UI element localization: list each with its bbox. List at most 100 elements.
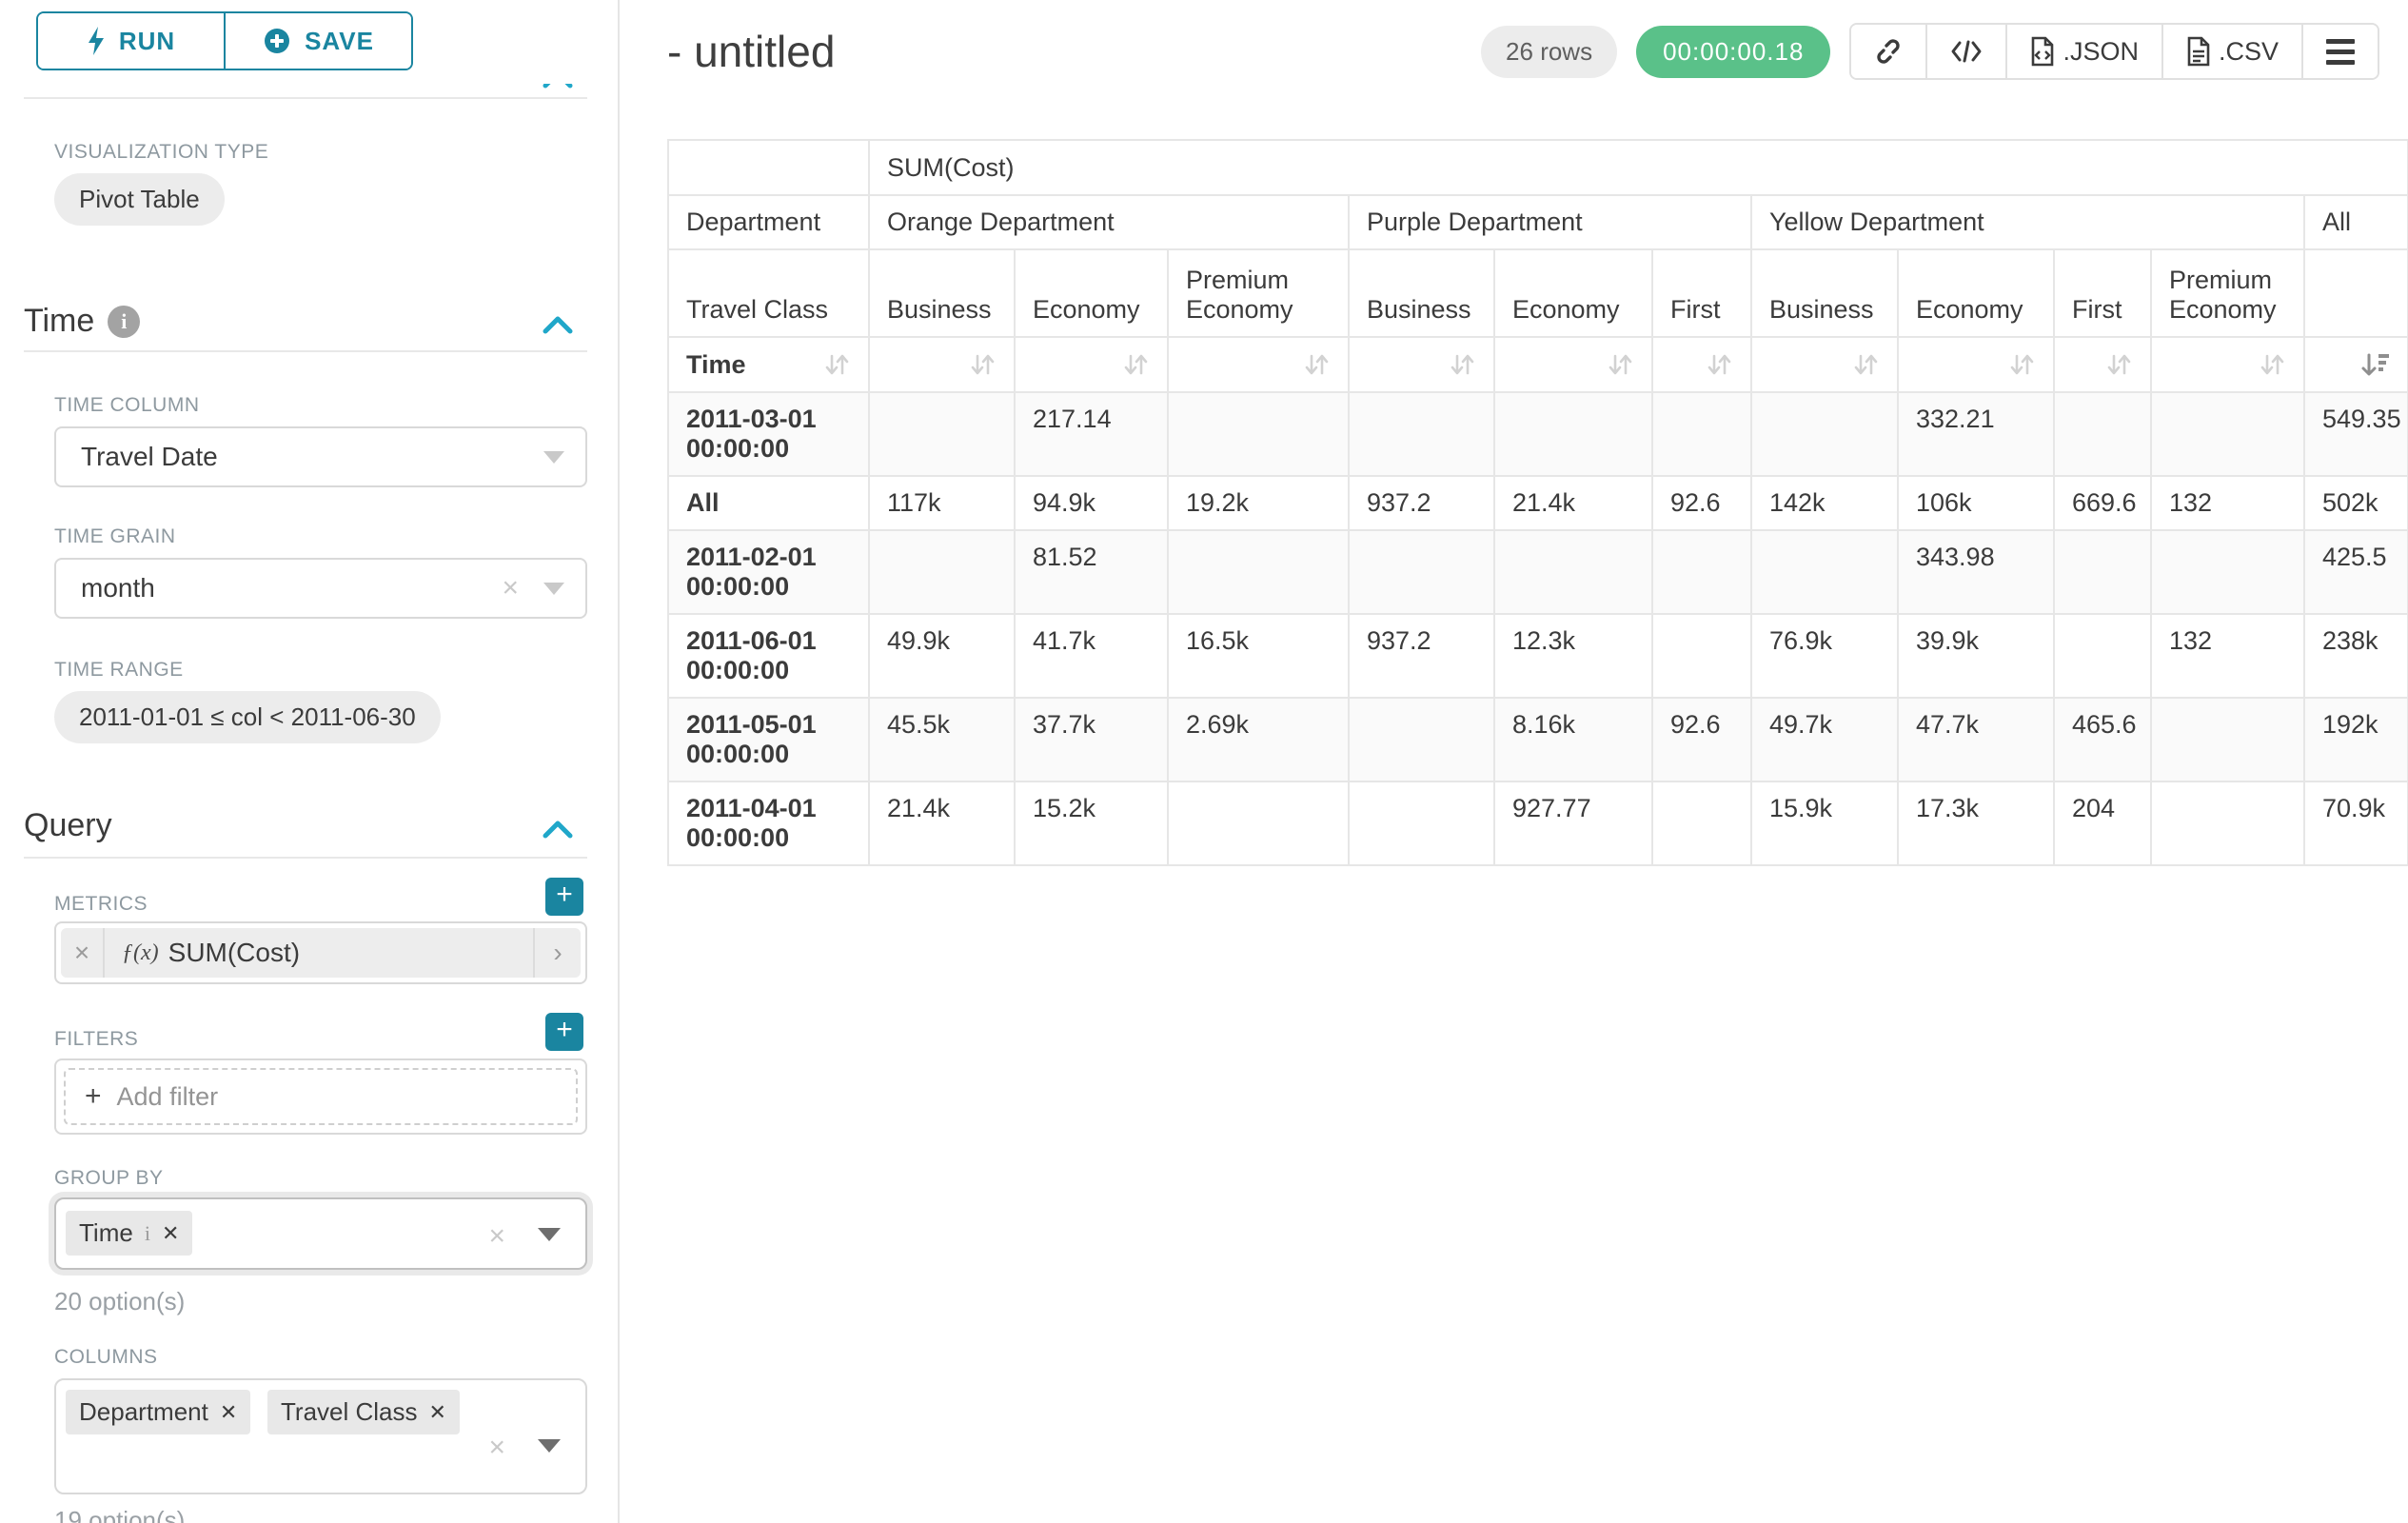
plus-circle-icon — [263, 27, 291, 55]
table-row: 2011-06-01 00:00:00 49.9k 41.7k 16.5k 93… — [668, 614, 2408, 698]
table-row: 2011-03-01 00:00:00 217.14 332.21 549.35 — [668, 392, 2408, 476]
add-filter-plus-button[interactable]: + — [545, 1013, 583, 1051]
table-row: 2011-02-01 00:00:00 81.52 343.98 425.5 — [668, 530, 2408, 614]
cell: 21.4k — [869, 781, 1015, 865]
sort-icon[interactable] — [1121, 350, 1150, 379]
sort-icon[interactable] — [2007, 350, 2036, 379]
time-section-collapse-icon[interactable] — [542, 314, 574, 335]
cell — [2151, 781, 2304, 865]
cell — [869, 530, 1015, 614]
cell: 12.3k — [1494, 614, 1652, 698]
group-by-select[interactable]: Time i ✕ × — [54, 1197, 587, 1270]
chevron-down-icon[interactable] — [538, 1228, 561, 1241]
table-row: 2011-05-01 00:00:00 45.5k 37.7k 2.69k 8.… — [668, 698, 2408, 781]
metrics-label: METRICS — [54, 893, 148, 916]
add-filter-button[interactable]: + Add filter — [64, 1068, 578, 1125]
link-icon — [1874, 37, 1903, 66]
function-icon: ƒ(x) — [122, 940, 159, 966]
chart-area: - untitled 26 rows 00:00:00.18 — [620, 0, 2408, 1523]
row-label: 2011-02-01 00:00:00 — [668, 530, 869, 614]
more-options-button[interactable] — [2301, 25, 2378, 78]
pivot-table-container: SUM(Cost) Department Orange Department P… — [667, 139, 2408, 866]
remove-tag-icon[interactable]: ✕ — [220, 1400, 237, 1425]
cell: 106k — [1898, 476, 2054, 530]
cell: 343.98 — [1898, 530, 2054, 614]
add-metric-button[interactable]: + — [545, 878, 583, 916]
cell — [2054, 614, 2151, 698]
columns-tag-department[interactable]: Department ✕ — [66, 1390, 250, 1434]
sort-descending-icon[interactable] — [2359, 350, 2390, 379]
clear-icon[interactable]: × — [488, 1222, 505, 1251]
export-csv-label: .CSV — [2219, 37, 2279, 67]
cell: 204 — [2054, 781, 2151, 865]
visualization-type-pill[interactable]: Pivot Table — [54, 173, 225, 226]
sort-cell — [1898, 337, 2054, 392]
section-divider — [24, 857, 587, 859]
chart-title[interactable]: - untitled — [667, 26, 835, 77]
metric-pill[interactable]: × ƒ(x) SUM(Cost) › — [61, 928, 581, 978]
row-label: 2011-06-01 00:00:00 — [668, 614, 869, 698]
row-label: All — [668, 476, 869, 530]
columns-tag-travel-class[interactable]: Travel Class ✕ — [267, 1390, 460, 1434]
time-range-label: TIME RANGE — [54, 659, 184, 682]
cell: 332.21 — [1898, 392, 2054, 476]
sort-icon[interactable] — [2258, 350, 2286, 379]
sort-icon[interactable] — [822, 350, 851, 379]
query-section-title: Query — [24, 807, 112, 844]
superset-explore-view: Chart Type RUN SAVE — [0, 0, 2408, 1523]
cell: 669.6 — [2054, 476, 2151, 530]
sort-icon[interactable] — [968, 350, 997, 379]
clear-icon[interactable]: × — [502, 574, 519, 603]
run-button-label: RUN — [119, 27, 175, 56]
sort-icon[interactable] — [1851, 350, 1880, 379]
cell: 45.5k — [869, 698, 1015, 781]
export-csv-button[interactable]: .CSV — [2161, 25, 2301, 78]
time-range-pill[interactable]: 2011-01-01 ≤ col < 2011-06-30 — [54, 691, 441, 743]
sort-cell — [2054, 337, 2151, 392]
chevron-right-icon[interactable]: › — [533, 928, 581, 978]
tag-label: Department — [79, 1397, 208, 1427]
cell — [1652, 614, 1751, 698]
group-by-tag-time[interactable]: Time i ✕ — [66, 1211, 192, 1256]
sort-cell — [1494, 337, 1652, 392]
remove-metric-icon[interactable]: × — [61, 928, 105, 978]
clear-icon[interactable]: × — [488, 1434, 505, 1462]
add-filter-label: Add filter — [117, 1082, 219, 1112]
file-json-icon — [2030, 36, 2055, 67]
cell: 39.9k — [1898, 614, 2054, 698]
column-header: Business — [1751, 249, 1898, 337]
sort-icon[interactable] — [1705, 350, 1733, 379]
cell — [1168, 392, 1349, 476]
sort-icon[interactable] — [2104, 350, 2133, 379]
cell: 425.5 — [2304, 530, 2408, 614]
column-header-all-empty — [2304, 249, 2408, 337]
remove-tag-icon[interactable]: ✕ — [429, 1400, 446, 1425]
cell — [1751, 530, 1898, 614]
sort-cell — [1652, 337, 1751, 392]
columns-select[interactable]: Department ✕ Travel Class ✕ × — [54, 1378, 587, 1494]
sort-cell — [1751, 337, 1898, 392]
chevron-down-icon[interactable] — [538, 1439, 561, 1453]
remove-tag-icon[interactable]: ✕ — [162, 1221, 179, 1246]
embed-code-button[interactable] — [1925, 25, 2005, 78]
time-column-select[interactable]: Travel Date — [54, 426, 587, 487]
copy-link-button[interactable] — [1851, 25, 1925, 78]
sort-icon[interactable] — [1606, 350, 1634, 379]
cell: 927.77 — [1494, 781, 1652, 865]
sort-icon[interactable] — [1448, 350, 1476, 379]
cell: 192k — [2304, 698, 2408, 781]
cell: 16.5k — [1168, 614, 1349, 698]
metric-header-cell: SUM(Cost) — [869, 140, 2408, 195]
time-range-value: 2011-01-01 ≤ col < 2011-06-30 — [79, 702, 416, 732]
query-section-collapse-icon[interactable] — [542, 819, 574, 840]
hamburger-menu-icon — [2326, 39, 2355, 65]
pivot-table: SUM(Cost) Department Orange Department P… — [667, 139, 2408, 866]
run-button[interactable]: RUN — [38, 13, 224, 69]
plus-icon: + — [85, 1080, 102, 1113]
sort-icon[interactable] — [1302, 350, 1331, 379]
save-button[interactable]: SAVE — [224, 13, 411, 69]
export-json-button[interactable]: .JSON — [2005, 25, 2161, 78]
cell: 19.2k — [1168, 476, 1349, 530]
time-grain-select[interactable]: month × — [54, 558, 587, 619]
visualization-type-label: VISUALIZATION TYPE — [54, 141, 268, 164]
